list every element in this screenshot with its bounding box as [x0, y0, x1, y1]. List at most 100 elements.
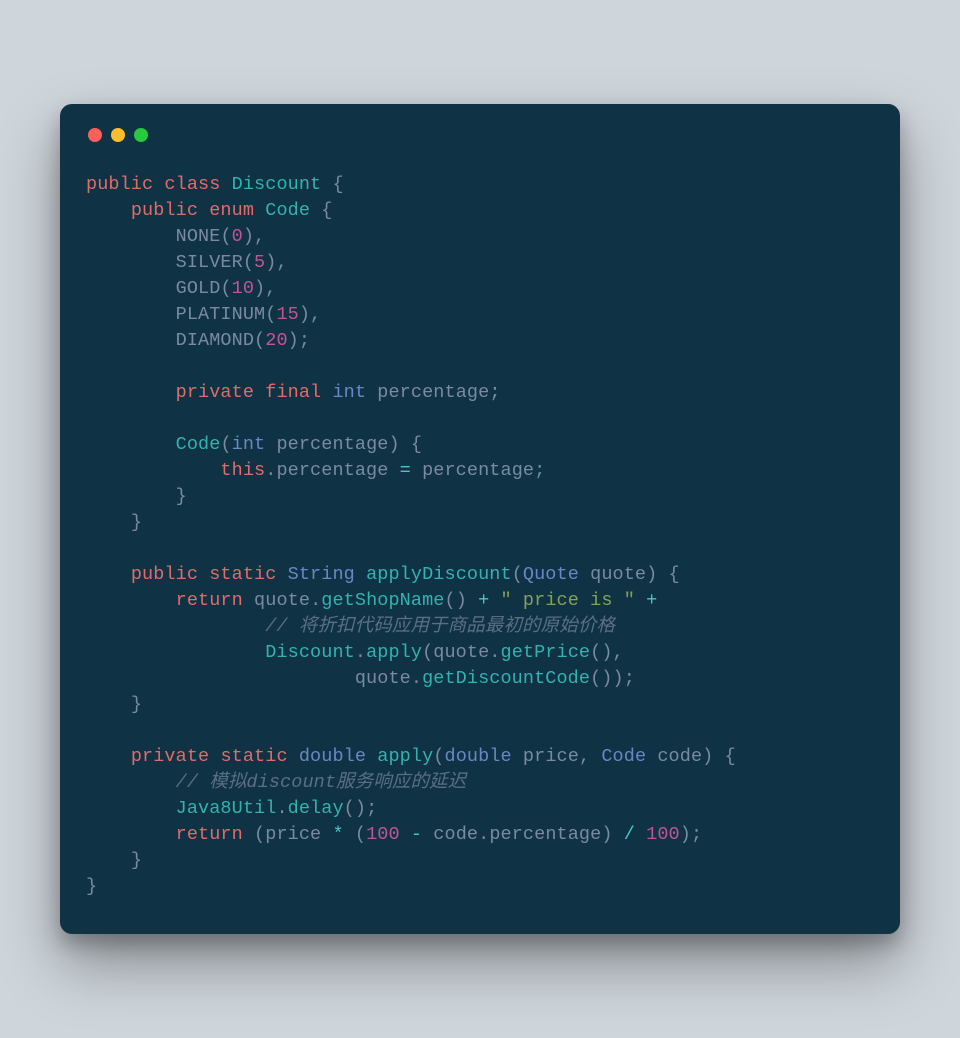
- code-line: private final int percentage;: [86, 380, 874, 406]
- code-token: class: [164, 174, 220, 195]
- code-token: ());: [590, 668, 635, 689]
- code-line: }: [86, 874, 874, 900]
- code-block: public class Discount { public enum Code…: [86, 172, 874, 900]
- code-token: (: [433, 746, 444, 767]
- code-token: enum: [209, 200, 254, 221]
- code-token: public: [86, 174, 153, 195]
- code-token: {: [669, 564, 680, 585]
- code-token: quote: [590, 564, 646, 585]
- code-line: }: [86, 484, 874, 510]
- code-line: quote.getDiscountCode());: [86, 666, 874, 692]
- code-token: ();: [344, 798, 378, 819]
- code-token: ),: [265, 252, 287, 273]
- code-token: String: [288, 564, 355, 585]
- code-token: DIAMOND: [176, 330, 254, 351]
- window-minimize-dot[interactable]: [111, 128, 125, 142]
- code-line: // 将折扣代码应用于商品最初的原始价格: [86, 614, 874, 640]
- code-token: +: [478, 590, 489, 611]
- code-line: [86, 406, 874, 432]
- code-window: public class Discount { public enum Code…: [60, 104, 900, 934]
- code-token: quote: [254, 590, 310, 611]
- code-token: " price is ": [501, 590, 635, 611]
- code-token: private: [131, 746, 209, 767]
- code-token: quote: [433, 642, 489, 663]
- code-token: .: [265, 460, 276, 481]
- code-token: .: [411, 668, 422, 689]
- code-token: applyDiscount: [366, 564, 512, 585]
- code-token: ),: [254, 278, 276, 299]
- code-token: Quote: [523, 564, 579, 585]
- code-token: (: [243, 252, 254, 273]
- code-token: delay: [288, 798, 344, 819]
- code-line: PLATINUM(15),: [86, 302, 874, 328]
- code-token: ),: [299, 304, 321, 325]
- code-token: Code: [601, 746, 646, 767]
- code-token: double: [445, 746, 512, 767]
- code-token: int: [332, 382, 366, 403]
- code-token: percentage: [276, 434, 388, 455]
- code-token: final: [265, 382, 321, 403]
- code-line: return (price * (100 - code.percentage) …: [86, 822, 874, 848]
- code-line: }: [86, 692, 874, 718]
- code-token: .: [489, 642, 500, 663]
- code-token: (),: [590, 642, 624, 663]
- code-token: *: [332, 824, 343, 845]
- code-token: private: [176, 382, 254, 403]
- code-token: ): [601, 824, 612, 845]
- code-token: (: [220, 226, 231, 247]
- code-token: 20: [265, 330, 287, 351]
- code-token: NONE: [176, 226, 221, 247]
- window-titlebar: [88, 126, 874, 144]
- code-token: 10: [232, 278, 254, 299]
- code-token: public: [131, 564, 198, 585]
- code-token: // 模拟discount服务响应的延迟: [176, 772, 467, 793]
- code-token: Code: [265, 200, 310, 221]
- code-token: (: [355, 824, 366, 845]
- code-token: ,: [579, 746, 590, 767]
- code-token: .: [478, 824, 489, 845]
- code-token: ): [702, 746, 713, 767]
- code-token: return: [176, 590, 243, 611]
- code-token: (: [422, 642, 433, 663]
- code-line: }: [86, 848, 874, 874]
- code-line: SILVER(5),: [86, 250, 874, 276]
- code-token: }: [131, 512, 142, 533]
- code-token: }: [131, 850, 142, 871]
- code-token: .: [276, 798, 287, 819]
- code-token: this: [220, 460, 265, 481]
- code-token: }: [131, 694, 142, 715]
- code-token: =: [400, 460, 411, 481]
- code-token: {: [321, 200, 332, 221]
- code-token: (: [512, 564, 523, 585]
- code-token: public: [131, 200, 198, 221]
- code-line: // 模拟discount服务响应的延迟: [86, 770, 874, 796]
- window-close-dot[interactable]: [88, 128, 102, 142]
- code-token: (: [254, 824, 265, 845]
- code-token: PLATINUM: [176, 304, 266, 325]
- code-token: ;: [489, 382, 500, 403]
- code-token: .: [355, 642, 366, 663]
- code-token: /: [624, 824, 635, 845]
- code-token: static: [209, 564, 276, 585]
- code-token: Java8Util: [176, 798, 277, 819]
- code-token: GOLD: [176, 278, 221, 299]
- code-token: Discount: [232, 174, 322, 195]
- code-line: private static double apply(double price…: [86, 744, 874, 770]
- code-token: percentage: [276, 460, 388, 481]
- code-token: quote: [355, 668, 411, 689]
- code-line: Code(int percentage) {: [86, 432, 874, 458]
- window-zoom-dot[interactable]: [134, 128, 148, 142]
- code-token: apply: [377, 746, 433, 767]
- code-token: );: [288, 330, 310, 351]
- code-line: public static String applyDiscount(Quote…: [86, 562, 874, 588]
- code-line: }: [86, 510, 874, 536]
- code-token: SILVER: [176, 252, 243, 273]
- code-token: ;: [534, 460, 545, 481]
- code-token: -: [411, 824, 422, 845]
- code-line: return quote.getShopName() + " price is …: [86, 588, 874, 614]
- code-token: percentage: [422, 460, 534, 481]
- code-token: code: [433, 824, 478, 845]
- code-token: getPrice: [501, 642, 591, 663]
- code-token: +: [646, 590, 657, 611]
- code-token: apply: [366, 642, 422, 663]
